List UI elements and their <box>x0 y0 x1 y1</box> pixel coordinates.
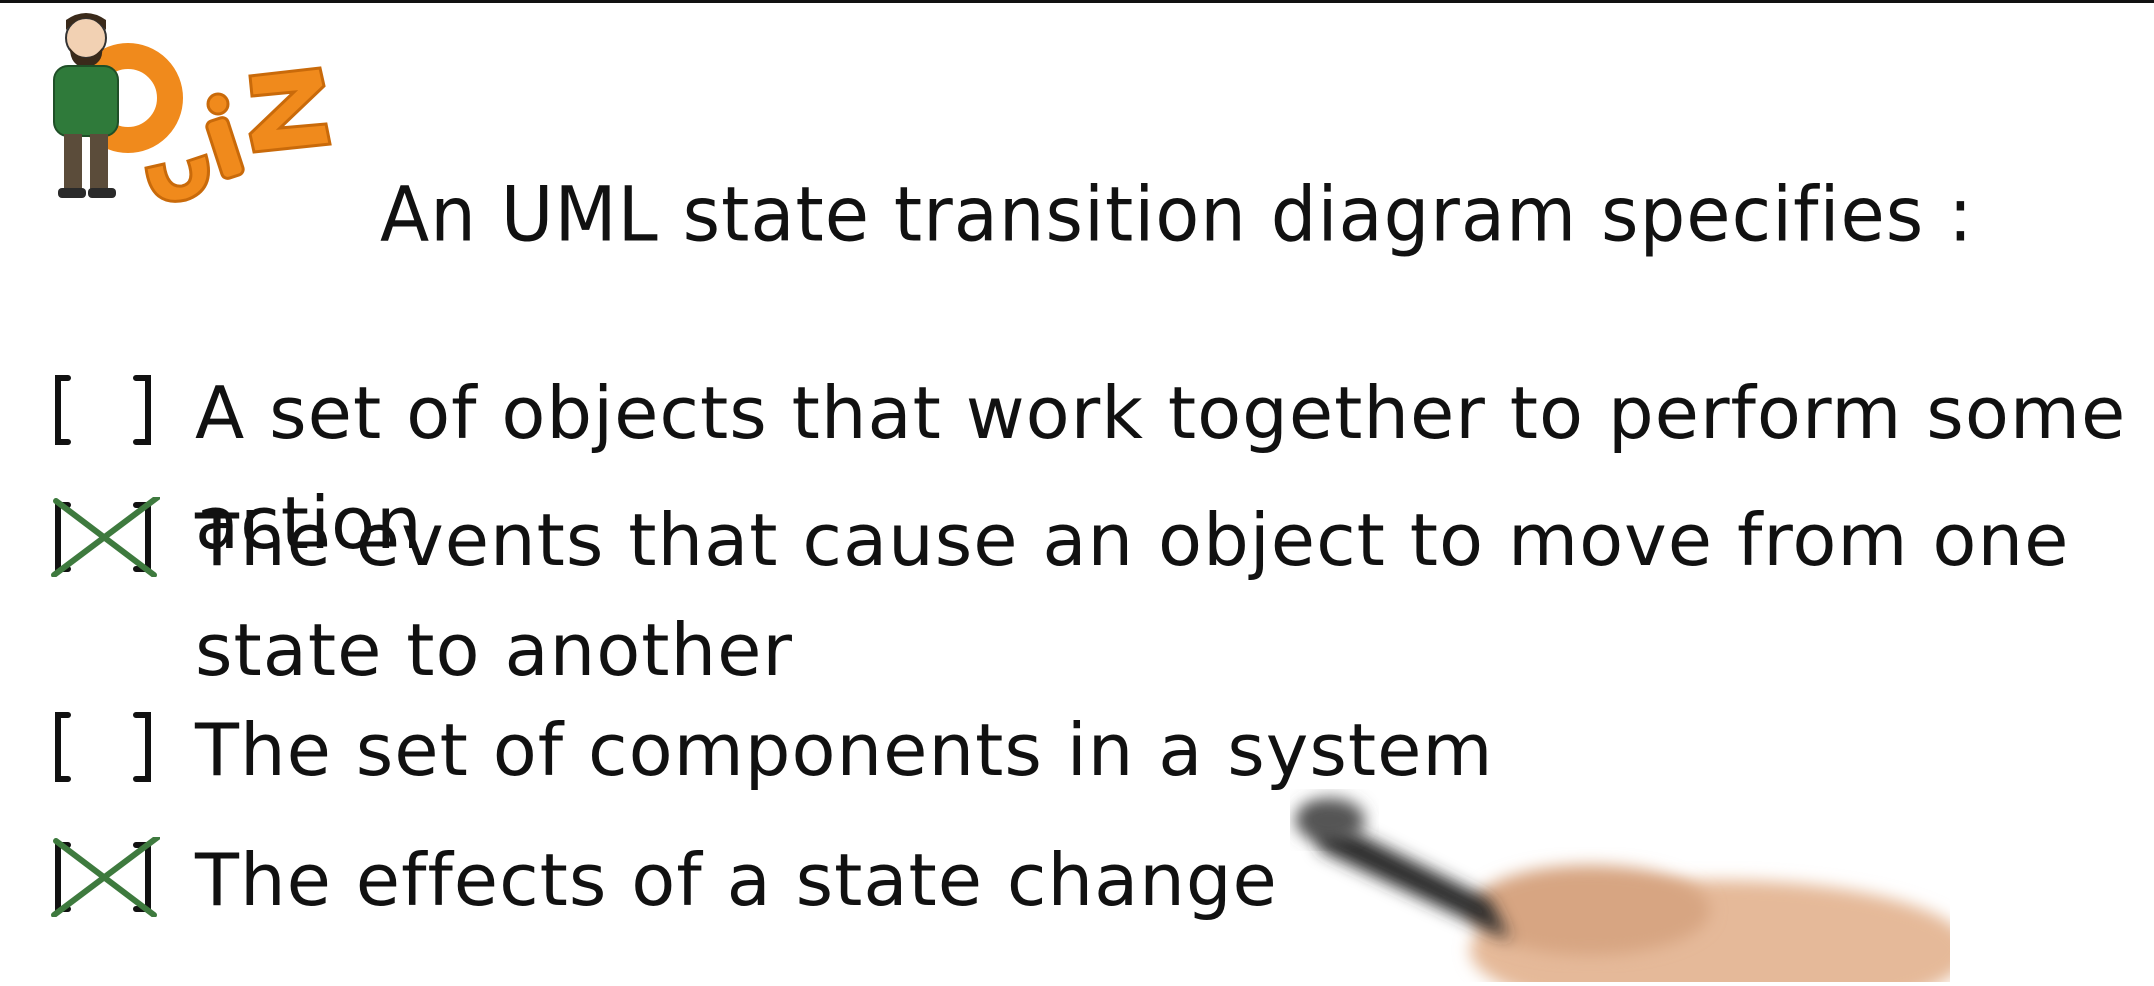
character-holding-q-icon <box>53 13 332 203</box>
option-item[interactable]: The events that cause an object to move … <box>40 485 2120 705</box>
top-divider <box>0 0 2154 3</box>
checkbox-checked-icon[interactable] <box>50 837 160 917</box>
option-label: The events that cause an object to move … <box>195 498 2070 692</box>
hand-pen-icon <box>1290 780 1970 986</box>
option-item[interactable]: A set of objects that work together to p… <box>40 358 2125 565</box>
question-title: An UML state transition diagram specifie… <box>380 170 1974 259</box>
checkbox-empty-icon[interactable] <box>50 707 160 787</box>
checkbox-empty-icon[interactable] <box>50 370 160 450</box>
checkbox-checked-icon[interactable] <box>50 497 160 577</box>
quiz-logo <box>18 8 348 218</box>
